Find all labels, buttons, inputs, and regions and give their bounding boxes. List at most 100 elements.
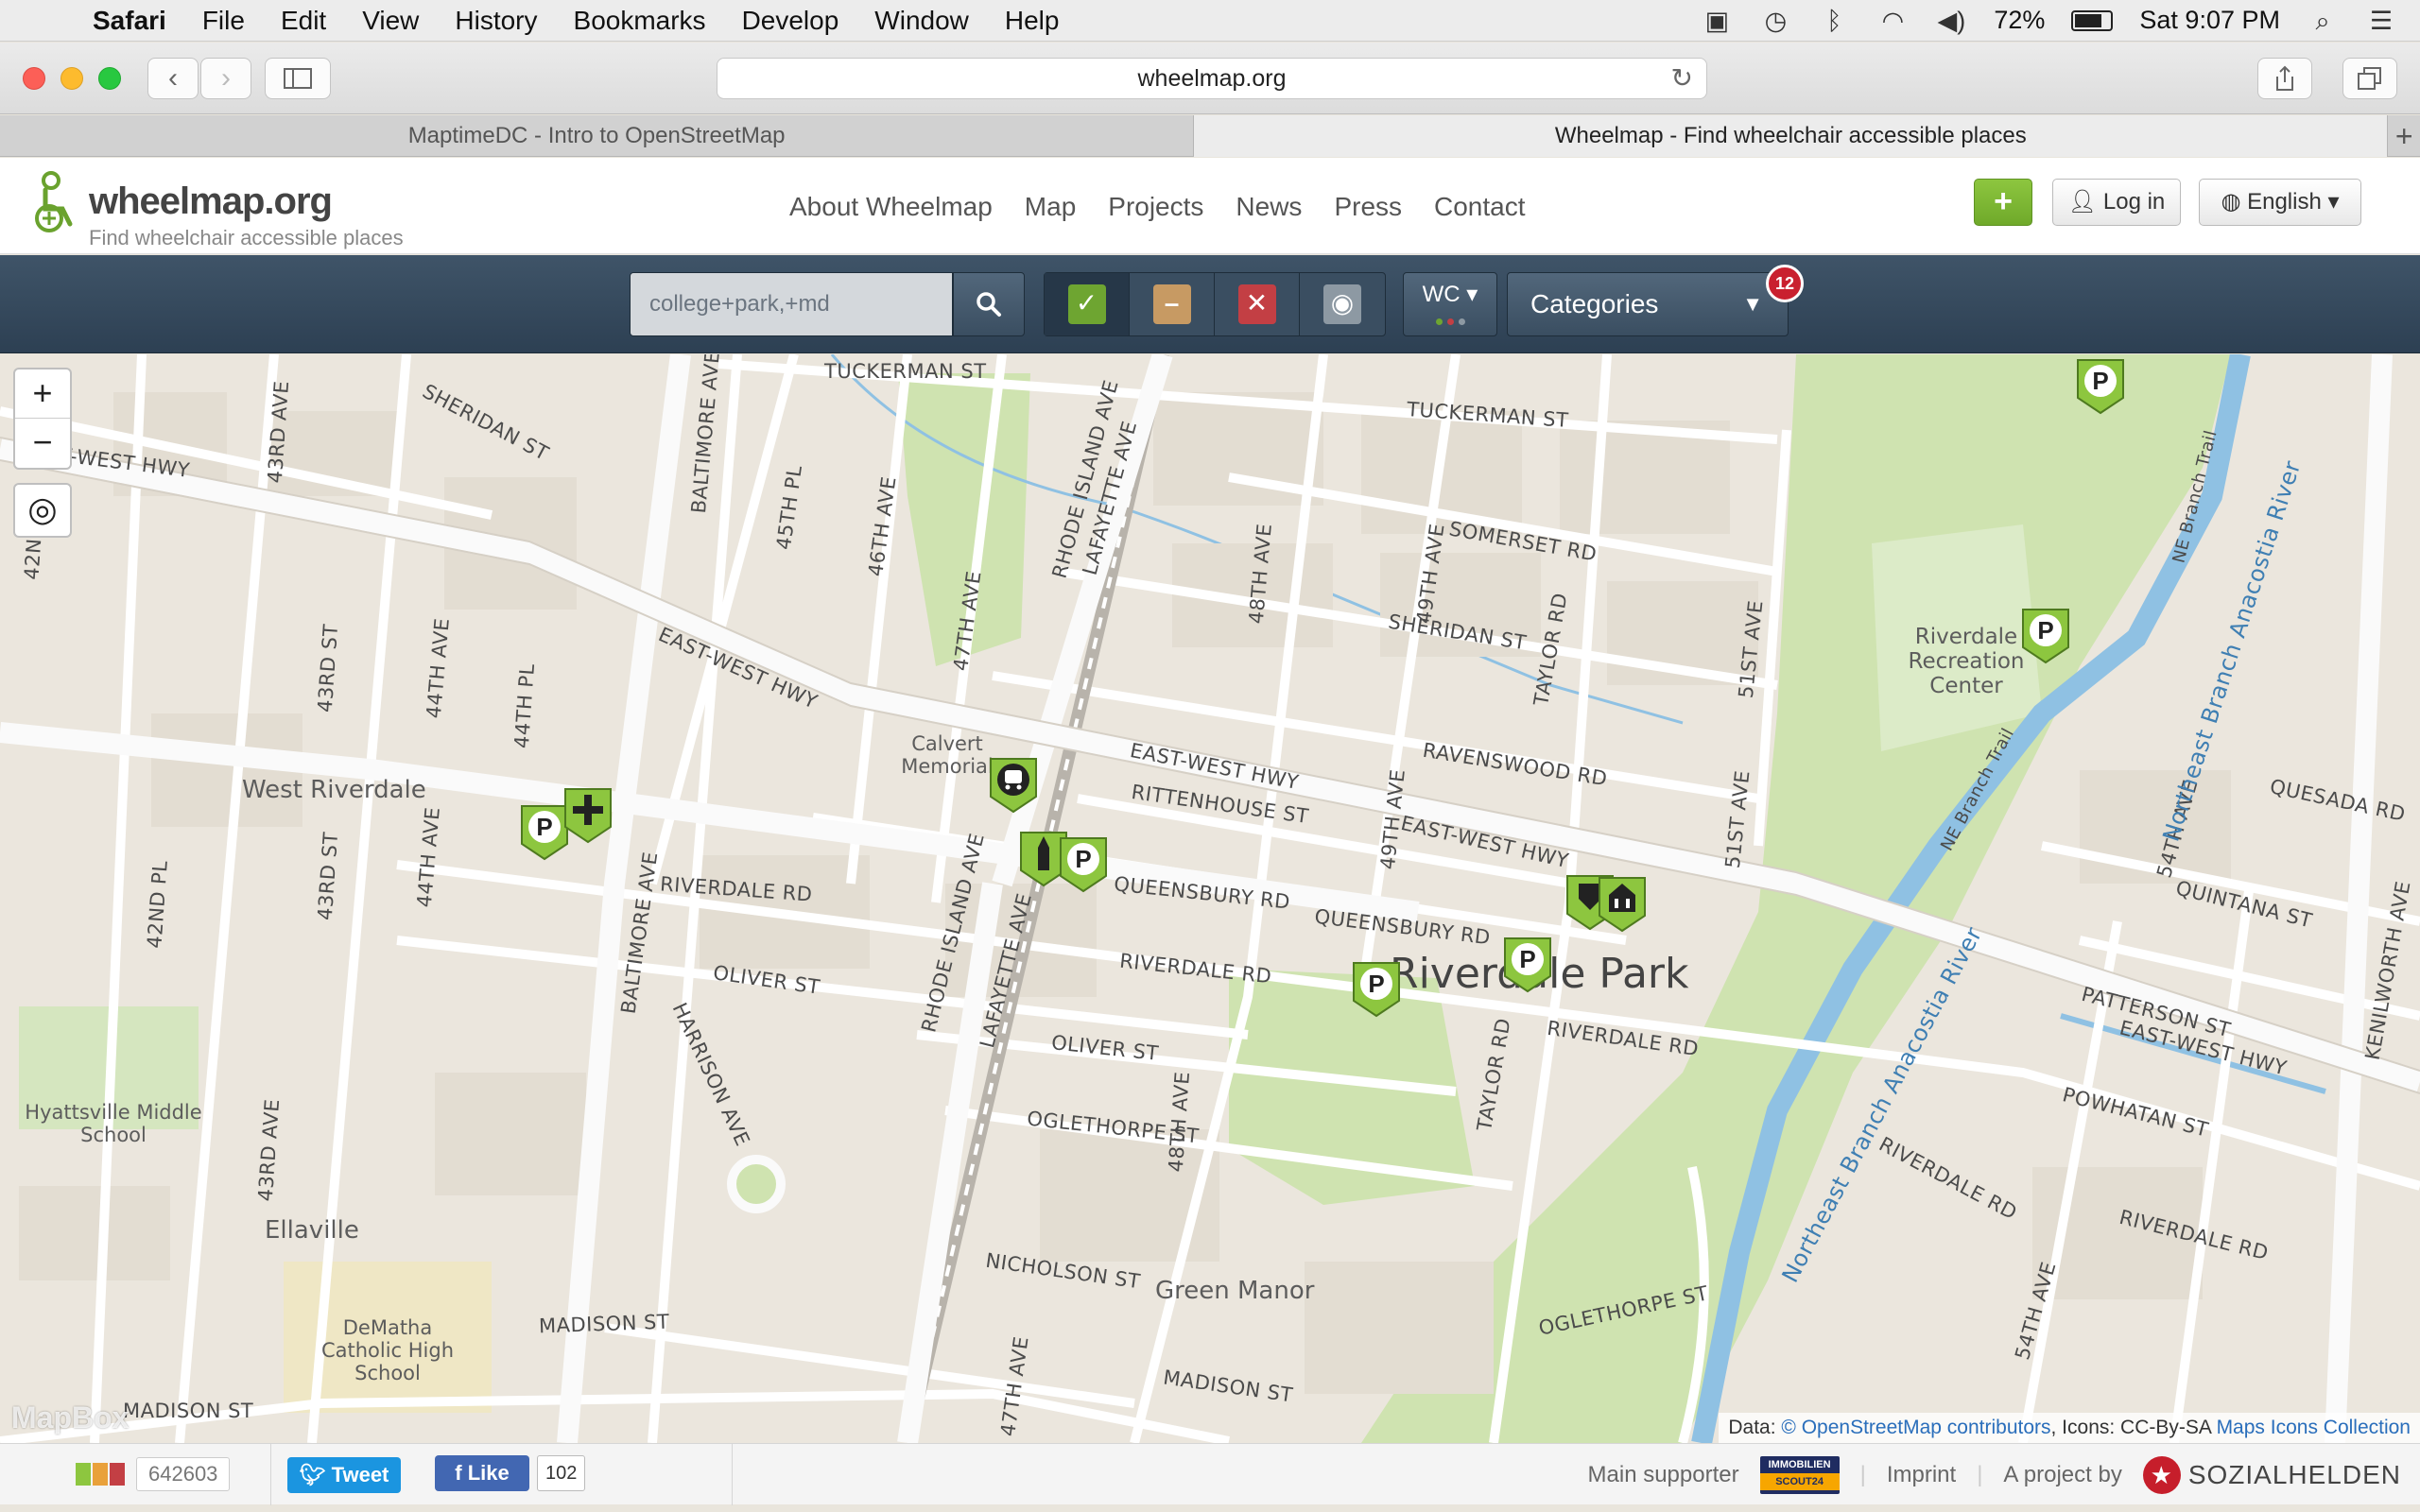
places-counter-icon [76, 1463, 125, 1486]
menu-window[interactable]: Window [874, 6, 969, 36]
town-hall-marker[interactable] [1596, 874, 1649, 933]
wheelmap-logo-icon[interactable] [32, 171, 81, 233]
facebook-like-button[interactable]: f Like [435, 1455, 529, 1491]
site-footer: 642603 🐦︎ Tweet f Like 102 Main supporte… [0, 1443, 2420, 1505]
map-canvas[interactable]: West Riverdale Ellaville Green Manor Riv… [0, 354, 2420, 1443]
attribution-icons: , Icons: CC-By-SA [2050, 1417, 2217, 1438]
screen-recorder-icon[interactable]: ▣ [1701, 7, 1733, 35]
menu-bookmarks[interactable]: Bookmarks [574, 6, 706, 36]
parking-marker[interactable]: P [1057, 834, 1110, 893]
menu-help[interactable]: Help [1005, 6, 1060, 36]
browser-toolbar: ‹ › wheelmap.org ↻ [0, 43, 2420, 114]
zoom-out-button[interactable]: − [15, 419, 70, 468]
like-label: Like [467, 1461, 510, 1485]
language-dropdown[interactable]: ◍ English ▾ [2199, 179, 2361, 226]
nav-about[interactable]: About Wheelmap [789, 192, 993, 222]
hospital-marker[interactable] [562, 785, 614, 844]
main-nav: About Wheelmap Map Projects News Press C… [789, 192, 1526, 222]
filter-unknown-button[interactable]: ◉ [1300, 273, 1385, 335]
svg-text:P: P [2092, 367, 2108, 395]
nav-map[interactable]: Map [1025, 192, 1076, 222]
zoom-in-button[interactable]: + [15, 369, 70, 419]
supporter-logo-top: IMMOBILIEN [1768, 1458, 1831, 1470]
tweet-button[interactable]: 🐦︎ Tweet [287, 1457, 401, 1493]
wc-filter-dropdown[interactable]: WC ▾ [1403, 272, 1497, 336]
nav-projects[interactable]: Projects [1108, 192, 1203, 222]
facebook-icon: f [455, 1461, 462, 1485]
osm-link[interactable]: © OpenStreetMap contributors [1781, 1417, 2050, 1438]
battery-percent: 72% [1994, 6, 2046, 34]
poi-calvert-memorial: Calvert Memorial [901, 732, 994, 778]
filter-no-button[interactable]: ✕ [1215, 273, 1300, 335]
menu-edit[interactable]: Edit [281, 6, 326, 36]
parking-marker[interactable]: P [2019, 606, 2072, 664]
window-zoom-button[interactable] [98, 67, 121, 90]
nav-news[interactable]: News [1236, 192, 1302, 222]
mapbox-logo[interactable]: MapBox [11, 1400, 129, 1435]
add-place-button[interactable]: + [1974, 179, 2032, 226]
spotlight-search-icon[interactable]: ⌕ [2307, 7, 2339, 35]
menu-file[interactable]: File [202, 6, 245, 36]
filter-limited-button[interactable]: – [1130, 273, 1215, 335]
places-counter: 642603 [136, 1457, 231, 1491]
bluetooth-icon[interactable]: ᛒ [1818, 7, 1850, 35]
tab-wheelmap[interactable]: Wheelmap - Find wheelchair accessible pl… [1194, 115, 2389, 157]
svg-text:P: P [2037, 616, 2053, 644]
window-close-button[interactable] [23, 67, 45, 90]
sidebar-toggle-button[interactable] [265, 58, 331, 99]
imprint-link[interactable]: Imprint [1887, 1462, 1956, 1488]
svg-text:P: P [1075, 845, 1091, 873]
twitter-icon: 🐦︎ [299, 1463, 326, 1486]
immobilienscout24-logo[interactable]: IMMOBILIEN SCOUT24 [1759, 1455, 1840, 1494]
parking-marker[interactable]: P [1501, 935, 1554, 993]
nav-press[interactable]: Press [1334, 192, 1402, 222]
locate-me-button[interactable]: ◎ [13, 483, 72, 538]
address-bar[interactable]: wheelmap.org ↻ [717, 58, 1707, 99]
menubar-clock[interactable]: Sat 9:07 PM [2139, 6, 2280, 35]
menu-app-safari[interactable]: Safari [93, 6, 166, 36]
map-attribution: Data: © OpenStreetMap contributors, Icon… [1719, 1413, 2420, 1443]
project-by-label: A project by [2003, 1461, 2122, 1487]
login-button[interactable]: 👤︎ Log in [2052, 179, 2181, 226]
wifi-icon[interactable]: ◠ [1876, 7, 1909, 35]
wc-status-dots [1436, 318, 1465, 325]
parking-marker[interactable]: P [2074, 356, 2127, 415]
menu-history[interactable]: History [455, 6, 537, 36]
battery-icon[interactable] [2071, 9, 2114, 31]
site-logo[interactable]: wheelmap.org [89, 180, 333, 223]
notification-center-icon[interactable]: ☰ [2365, 7, 2397, 35]
search-input[interactable]: college+park,+md [630, 272, 953, 336]
chevron-left-icon: ‹ [168, 62, 178, 94]
caret-down-icon: ▾ [1466, 282, 1478, 307]
tab-overview-button[interactable] [2342, 58, 2397, 99]
menu-view[interactable]: View [362, 6, 419, 36]
language-label: English [2247, 189, 2322, 215]
time-machine-icon[interactable]: ◷ [1759, 7, 1791, 35]
categories-label: Categories [1530, 289, 1659, 318]
x-icon: ✕ [1237, 284, 1276, 324]
target-icon: ◎ [27, 490, 58, 528]
menu-develop[interactable]: Develop [742, 6, 839, 36]
back-button[interactable]: ‹ [147, 58, 199, 99]
filter-yes-button[interactable]: ✓ [1045, 273, 1130, 335]
new-tab-button[interactable]: + [2388, 115, 2420, 156]
parking-marker[interactable]: P [1350, 959, 1403, 1018]
tab-maptime[interactable]: MaptimeDC - Intro to OpenStreetMap [0, 115, 1195, 157]
nav-contact[interactable]: Contact [1434, 192, 1526, 222]
svg-text:P: P [1519, 945, 1535, 973]
like-count: 102 [537, 1455, 586, 1491]
maps-icons-link[interactable]: Maps Icons Collection [2217, 1417, 2411, 1438]
search-icon [977, 292, 1001, 317]
volume-icon[interactable]: ◀) [1935, 7, 1967, 35]
search-button[interactable] [953, 272, 1025, 336]
filter-bar: college+park,+md ✓ – ✕ ◉ WC ▾ Categories… [0, 255, 2420, 353]
train-station-marker[interactable] [987, 755, 1040, 814]
sozialhelden-logo[interactable]: ★ SOZIALHELDEN [2142, 1455, 2401, 1494]
forward-button[interactable]: › [200, 58, 251, 99]
share-button[interactable] [2257, 58, 2312, 99]
categories-dropdown[interactable]: Categories ▼ [1507, 272, 1789, 336]
zoom-control: + − [13, 368, 72, 470]
footer-divider [732, 1444, 733, 1505]
reload-icon[interactable]: ↻ [1671, 59, 1693, 98]
window-minimize-button[interactable] [60, 67, 83, 90]
